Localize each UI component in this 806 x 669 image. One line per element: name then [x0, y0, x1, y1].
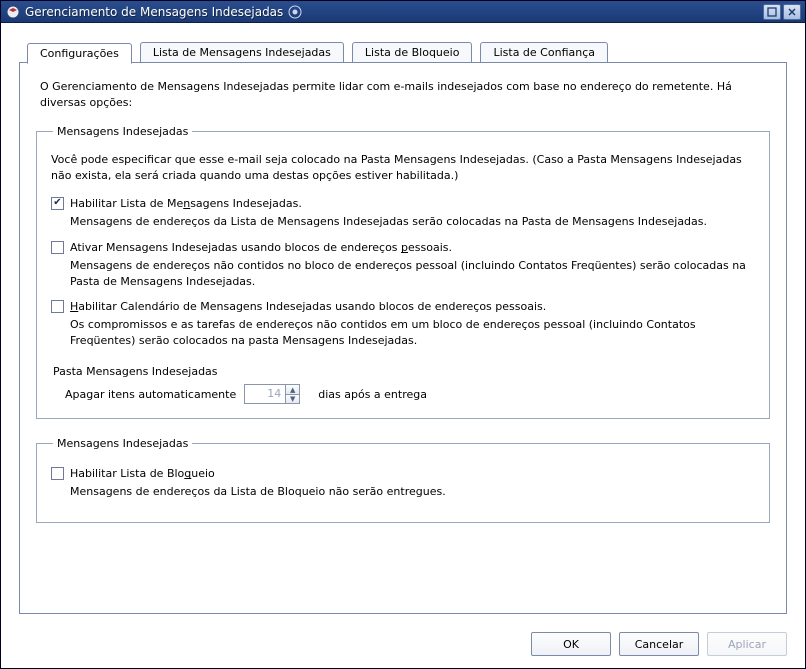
auto-delete-days-suffix: dias após a entrega — [318, 388, 427, 401]
tab-2[interactable]: Lista de Bloqueio — [352, 42, 473, 62]
group-junk-mail: Mensagens Indesejadas Você pode especifi… — [36, 125, 770, 419]
tab-0[interactable]: Configurações — [27, 43, 132, 64]
auto-delete-days-spinner[interactable]: 14 ▲ ▼ — [244, 384, 300, 404]
tab-3[interactable]: Lista de Confiança — [480, 42, 608, 62]
enable-block-list-desc: Mensagens de endereços da Lista de Bloqu… — [49, 484, 757, 508]
group-junk-mail-lead: Você pode especificar que esse e-mail se… — [49, 152, 757, 194]
junk-folder-label: Pasta Mensagens Indesejadas — [49, 357, 757, 384]
enable-junk-list-checkbox[interactable] — [51, 197, 64, 210]
auto-delete-label: Apagar itens automaticamente — [65, 388, 236, 401]
tab-bar: Configurações Lista de Mensagens Indeseja… — [19, 41, 787, 63]
enable-junk-pab-checkbox[interactable] — [51, 241, 64, 254]
window-title: Gerenciamento de Mensagens Indesejadas — [25, 5, 283, 19]
app-window: Gerenciamento de Mensagens Indesejadas C… — [0, 0, 806, 669]
enable-block-list-label: Habilitar Lista de Bloqueio — [70, 466, 215, 482]
close-button[interactable] — [783, 4, 801, 20]
auto-delete-days-value[interactable]: 14 — [245, 385, 285, 403]
enable-junk-calendar-label: Habilitar Calendário de Mensagens Indese… — [70, 299, 546, 315]
enable-block-list-checkbox[interactable] — [51, 467, 64, 480]
cancel-button[interactable]: Cancelar — [619, 632, 699, 656]
dialog-button-bar: OK Cancelar Aplicar — [1, 624, 805, 668]
tab-1[interactable]: Lista de Mensagens Indesejadas — [140, 42, 344, 62]
enable-block-list-row[interactable]: Habilitar Lista de Bloqueio — [49, 464, 757, 484]
apply-button[interactable]: Aplicar — [707, 632, 787, 656]
intro-text: O Gerenciamento de Mensagens Indesejadas… — [34, 77, 772, 125]
enable-junk-calendar-row[interactable]: Habilitar Calendário de Mensagens Indese… — [49, 297, 757, 317]
group-block-list-legend: Mensagens Indesejadas — [53, 437, 192, 450]
ok-button[interactable]: OK — [531, 632, 611, 656]
spinner-up-icon[interactable]: ▲ — [286, 385, 299, 394]
enable-junk-list-label: Habilitar Lista de Mensagens Indesejadas… — [70, 196, 302, 212]
enable-junk-pab-desc: Mensagens de endereços não contidos no b… — [49, 258, 757, 298]
enable-junk-calendar-desc: Os compromissos e as tarefas de endereço… — [49, 317, 757, 357]
group-block-list: Mensagens Indesejadas Habilitar Lista de… — [36, 437, 770, 523]
titlebar[interactable]: Gerenciamento de Mensagens Indesejadas — [1, 1, 805, 23]
maximize-button[interactable] — [763, 4, 781, 20]
enable-junk-pab-label: Ativar Mensagens Indesejadas usando bloc… — [70, 240, 452, 256]
app-icon — [5, 4, 21, 20]
group-junk-mail-legend: Mensagens Indesejadas — [53, 125, 192, 138]
enable-junk-calendar-checkbox[interactable] — [51, 300, 64, 313]
tab-content: O Gerenciamento de Mensagens Indesejadas… — [19, 63, 787, 614]
enable-junk-pab-row[interactable]: Ativar Mensagens Indesejadas usando bloc… — [49, 238, 757, 258]
spinner-down-icon[interactable]: ▼ — [286, 394, 299, 404]
enable-junk-list-row[interactable]: Habilitar Lista de Mensagens Indesejadas… — [49, 194, 757, 214]
title-ornament-icon — [287, 4, 303, 20]
enable-junk-list-desc: Mensagens de endereços da Lista de Mensa… — [49, 214, 757, 238]
